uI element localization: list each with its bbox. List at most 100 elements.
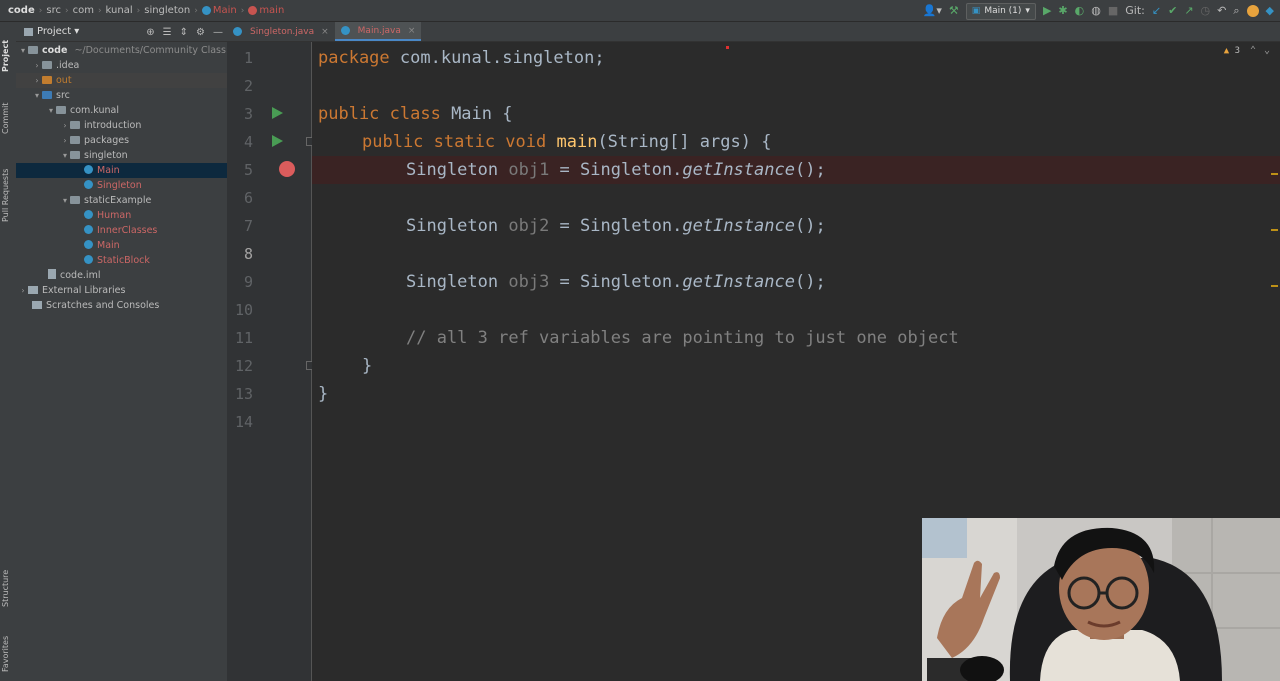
tree-item-com-kunal[interactable]: ▾ com.kunal [16, 103, 227, 118]
method-name: main [556, 132, 598, 152]
line-number: 6 [243, 189, 253, 207]
tab-label: Singleton.java [250, 26, 315, 37]
ide-update-icon[interactable] [1246, 5, 1259, 17]
line-number: 3 [243, 105, 253, 123]
git-history-icon[interactable]: ◷ [1201, 0, 1211, 22]
tree-item-main-selected[interactable]: Main [16, 163, 227, 178]
project-view-select[interactable]: Project [37, 26, 71, 37]
inspection-widget[interactable]: ▲ 3 [1224, 46, 1240, 56]
tab-label: Main.java [357, 25, 401, 36]
close-icon[interactable]: × [321, 27, 329, 37]
scroll-marker[interactable] [1271, 285, 1278, 287]
tool-window-commit[interactable]: Commit [1, 103, 10, 134]
profile-icon[interactable]: ◍ [1091, 0, 1101, 22]
chevron-down-icon[interactable]: ▾ [60, 193, 70, 208]
git-commit-icon[interactable]: ✔ [1168, 0, 1177, 22]
tool-window-pull-requests[interactable]: Pull Requests [1, 169, 10, 222]
build-hammer-icon[interactable]: ⚒ [949, 0, 959, 22]
module-icon [28, 46, 38, 54]
tree-item-singleton-class[interactable]: Singleton [16, 178, 227, 193]
tab-main-java[interactable]: Main.java × [334, 22, 422, 41]
chevron-up-icon[interactable]: ⌃ [1250, 45, 1256, 56]
tool-window-favorites[interactable]: Favorites [1, 636, 10, 672]
git-update-icon[interactable]: ↙ [1152, 0, 1161, 22]
breadcrumb-src[interactable]: src [46, 5, 61, 16]
tree-item-inner-classes[interactable]: InnerClasses [16, 223, 227, 238]
chevron-down-icon[interactable]: ▾ [46, 103, 56, 118]
chevron-right-icon: › [64, 5, 69, 16]
line-number: 10 [234, 301, 253, 319]
tree-item-label: com.kunal [70, 105, 120, 116]
git-push-icon[interactable]: ↗ [1184, 0, 1193, 22]
webcam-overlay [922, 518, 1280, 681]
tree-item-main-static[interactable]: Main [16, 238, 227, 253]
breadcrumb-code[interactable]: code [8, 5, 35, 16]
tree-item-human[interactable]: Human [16, 208, 227, 223]
breadcrumb-main-class[interactable]: Main [201, 5, 237, 16]
run-method-gutter-icon[interactable] [272, 135, 283, 147]
breadcrumb-singleton[interactable]: singleton [144, 5, 190, 16]
scroll-marker[interactable] [1271, 173, 1278, 175]
search-everywhere-icon[interactable]: ⌕ [1233, 0, 1239, 22]
chevron-down-icon[interactable]: ▾ [18, 43, 28, 58]
stop-icon[interactable]: ■ [1108, 0, 1118, 22]
code-text: com.kunal.singleton; [389, 48, 605, 68]
tree-item-src[interactable]: ▾ src [16, 88, 227, 103]
tree-item-external-libraries[interactable]: › External Libraries [16, 283, 227, 298]
chevron-right-icon[interactable]: › [60, 133, 70, 148]
run-class-gutter-icon[interactable] [272, 107, 283, 119]
chevron-down-icon[interactable]: ⌄ [1264, 45, 1270, 56]
class-icon [84, 180, 93, 189]
tree-item-packages[interactable]: › packages [16, 133, 227, 148]
tree-item-idea[interactable]: › .idea [16, 58, 227, 73]
tree-item-label: code.iml [60, 270, 101, 281]
coverage-icon[interactable]: ◐ [1075, 0, 1085, 22]
warning-icon: ▲ [1223, 46, 1230, 56]
tool-window-project[interactable]: Project [1, 40, 10, 72]
rollback-icon[interactable]: ↶ [1217, 0, 1226, 22]
expand-all-icon[interactable]: ☰ [163, 27, 172, 38]
breakpoint-icon[interactable] [279, 161, 295, 177]
run-icon[interactable]: ▶ [1043, 0, 1051, 22]
close-icon[interactable]: × [408, 26, 416, 36]
tree-item-out[interactable]: › out [16, 73, 227, 88]
run-config-icon: ▣ [971, 6, 981, 16]
run-configuration-select[interactable]: ▣ Main (1) ▾ [965, 2, 1036, 20]
tree-item-scratches[interactable]: Scratches and Consoles [16, 298, 227, 313]
tree-item-code-iml[interactable]: code.iml [16, 268, 227, 283]
tree-item-label: External Libraries [42, 285, 126, 296]
breadcrumb-com[interactable]: com [73, 5, 94, 16]
tree-item-introduction[interactable]: › introduction [16, 118, 227, 133]
chevron-right-icon[interactable]: › [32, 73, 42, 88]
tree-item-code[interactable]: ▾ code ~/Documents/Community Class [16, 43, 227, 58]
tree-item-label: src [56, 90, 70, 101]
scroll-marker[interactable] [1271, 229, 1278, 231]
tree-item-singleton[interactable]: ▾ singleton [16, 148, 227, 163]
breadcrumb-main-method[interactable]: main [248, 5, 284, 16]
line-number: 11 [234, 329, 253, 347]
chevron-right-icon[interactable]: › [18, 283, 28, 298]
chevron-right-icon[interactable]: › [32, 58, 42, 73]
breadcrumb-kunal[interactable]: kunal [106, 5, 133, 16]
tree-item-static-block[interactable]: StaticBlock [16, 253, 227, 268]
tab-singleton-java[interactable]: Singleton.java × [227, 22, 335, 41]
chevron-down-icon[interactable]: ▾ [32, 88, 42, 103]
gear-icon[interactable]: ⚙ [196, 27, 205, 38]
code-text: = Singleton. [549, 272, 683, 292]
collapse-all-icon[interactable]: ⇕ [180, 27, 188, 38]
code-line-11-comment: // all 3 ref variables are pointing to j… [406, 328, 959, 348]
chevron-right-icon[interactable]: › [60, 118, 70, 133]
tree-item-static-example[interactable]: ▾ staticExample [16, 193, 227, 208]
code-text: = Singleton. [549, 160, 683, 180]
tool-window-structure[interactable]: Structure [1, 570, 10, 607]
debug-icon[interactable]: ✱ [1058, 0, 1067, 22]
hide-panel-icon[interactable]: — [213, 27, 223, 38]
editor-gutter[interactable]: 1 2 3 4 5 6 7 8 9 10 11 12 13 14 [227, 42, 315, 681]
editor-tabs: Singleton.java × Main.java × [227, 22, 1280, 42]
chevron-down-icon[interactable]: ▾ [74, 26, 79, 37]
chevron-right-icon: › [38, 5, 43, 16]
chevron-down-icon[interactable]: ▾ [60, 148, 70, 163]
locate-file-icon[interactable]: ⊕ [146, 27, 154, 38]
breadcrumb-main-method-label: main [259, 5, 285, 16]
user-icon[interactable]: 👤▾ [923, 0, 942, 22]
